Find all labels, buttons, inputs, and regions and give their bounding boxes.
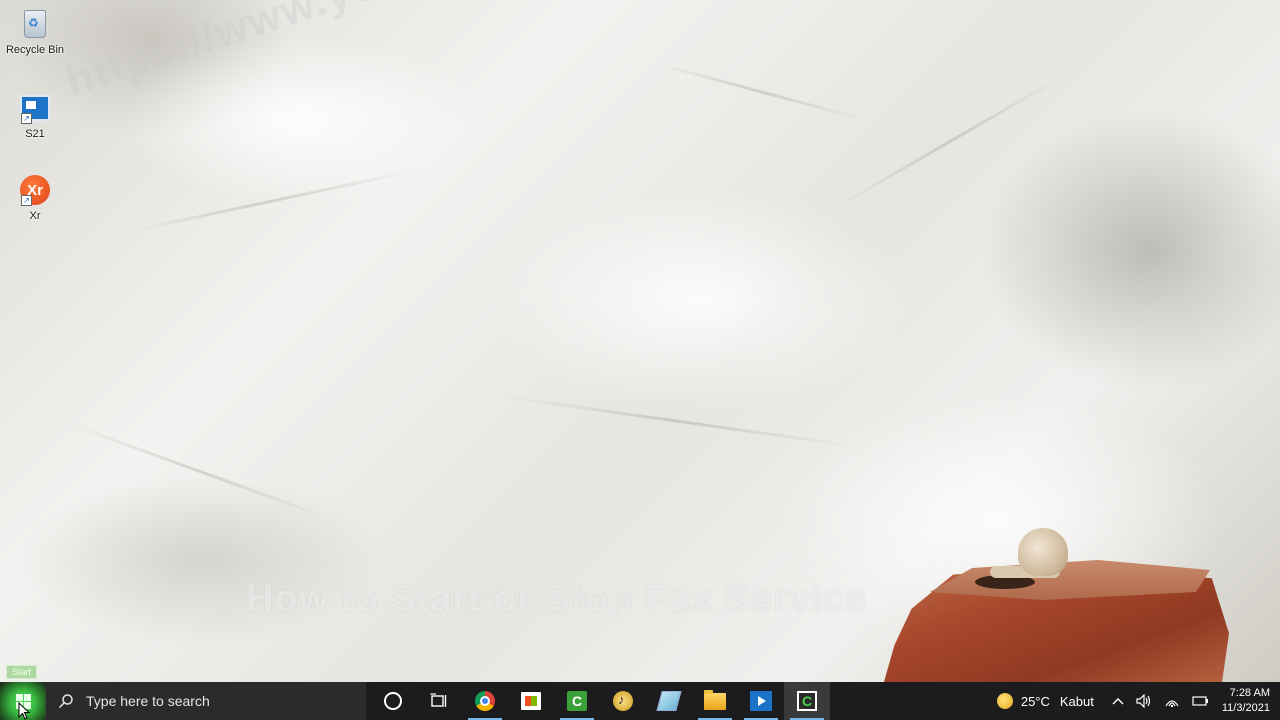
cortana-button[interactable] bbox=[370, 682, 416, 720]
wallpaper-crease bbox=[501, 394, 859, 449]
chrome-icon bbox=[475, 691, 495, 711]
weather-widget[interactable]: 25°C Kabut bbox=[991, 693, 1100, 709]
cortana-circle-icon bbox=[384, 692, 402, 710]
desktop-icon-label: S21 bbox=[25, 128, 45, 140]
clock-date: 11/3/2021 bbox=[1221, 702, 1270, 714]
weather-temperature: 25°C bbox=[1020, 693, 1050, 709]
taskbar-app-audio[interactable] bbox=[600, 682, 646, 720]
taskbar-app-store[interactable] bbox=[508, 682, 554, 720]
camtasia-recorder-icon: C bbox=[797, 691, 817, 711]
speaker-icon bbox=[1136, 694, 1150, 708]
desktop-icon-s21[interactable]: ↗ S21 bbox=[0, 92, 70, 140]
start-tooltip: Start bbox=[6, 665, 38, 679]
shortcut-arrow-icon: ↗ bbox=[21, 113, 32, 124]
clock-time: 7:28 AM bbox=[1229, 687, 1270, 699]
system-tray: 25°C Kabut 7:28 AM 11/3/2021 bbox=[991, 682, 1280, 720]
wifi-icon bbox=[1165, 700, 1179, 708]
search-input[interactable] bbox=[84, 692, 348, 710]
taskbar-app-chrome[interactable] bbox=[462, 682, 508, 720]
taskbar-clock[interactable]: 7:28 AM 11/3/2021 bbox=[1216, 686, 1280, 716]
battery-icon bbox=[1192, 696, 1208, 706]
battery-button[interactable] bbox=[1186, 695, 1216, 707]
folder-icon bbox=[704, 689, 726, 710]
recycle-bin-icon bbox=[19, 8, 51, 40]
desktop-icon-label: Xr bbox=[29, 210, 41, 222]
task-view-button[interactable] bbox=[416, 682, 462, 720]
s21-app-icon: ↗ bbox=[19, 92, 51, 124]
wallpaper-crease bbox=[122, 168, 418, 235]
video-title-overlay: How to Start or Stop Fax Service bbox=[246, 578, 868, 620]
show-hidden-icons-button[interactable] bbox=[1106, 697, 1130, 705]
desktop-icon-recycle-bin[interactable]: Recycle Bin bbox=[0, 8, 70, 56]
wallpaper-crease bbox=[653, 61, 867, 122]
taskbar-app-media-player[interactable] bbox=[738, 682, 784, 720]
shortcut-arrow-icon: ↗ bbox=[21, 195, 32, 206]
xr-app-icon: Xr ↗ bbox=[19, 174, 51, 206]
camtasia-icon: C bbox=[567, 691, 587, 711]
wallpaper-crease bbox=[67, 422, 333, 521]
store-icon bbox=[521, 692, 541, 710]
taskbar: C C 25°C Kabut bbox=[0, 682, 1280, 720]
taskbar-search-box[interactable] bbox=[46, 682, 366, 720]
audio-icon bbox=[613, 691, 633, 711]
desktop-icon-label: Recycle Bin bbox=[5, 44, 65, 56]
search-icon bbox=[58, 694, 73, 709]
desktop-icon-xr[interactable]: Xr ↗ Xr bbox=[0, 174, 70, 222]
weather-condition: Kabut bbox=[1059, 693, 1094, 709]
taskbar-app-camtasia-recorder[interactable]: C bbox=[784, 682, 830, 720]
media-player-icon bbox=[750, 691, 772, 711]
wallpaper-crease bbox=[836, 75, 1064, 208]
volume-button[interactable] bbox=[1130, 694, 1158, 708]
mouse-cursor-icon bbox=[18, 702, 31, 720]
taskbar-app-camtasia[interactable]: C bbox=[554, 682, 600, 720]
desktop-wallpaper: https://www.youtube.com How to Start or … bbox=[0, 0, 1280, 682]
snail-shell bbox=[1018, 528, 1068, 576]
network-button[interactable] bbox=[1158, 694, 1186, 708]
weather-sun-icon bbox=[996, 693, 1013, 709]
notes-icon bbox=[656, 691, 682, 711]
taskbar-app-notes[interactable] bbox=[646, 682, 692, 720]
taskbar-app-file-explorer[interactable] bbox=[692, 682, 738, 720]
task-view-icon bbox=[430, 693, 447, 707]
channel-watermark: https://www.youtube.com bbox=[60, 0, 603, 106]
chevron-up-icon bbox=[1112, 698, 1124, 705]
